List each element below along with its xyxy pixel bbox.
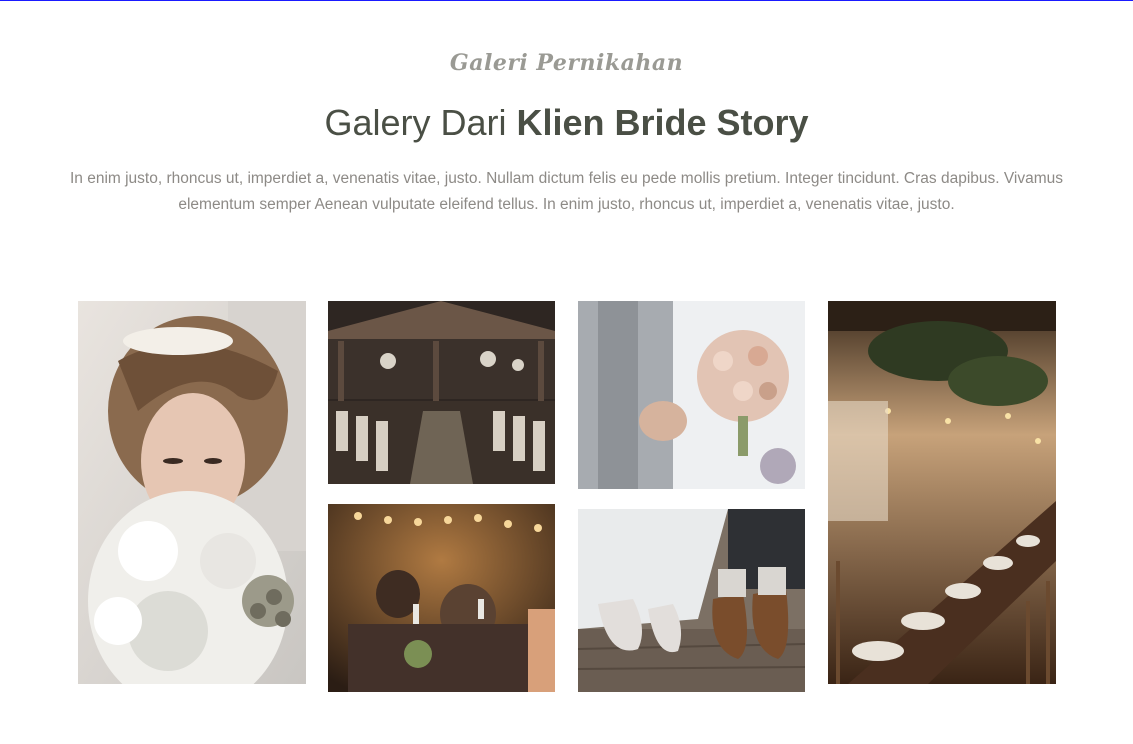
gallery-photo-wedding-shoes[interactable]	[578, 509, 805, 692]
gallery-photo-reception-table[interactable]	[828, 301, 1056, 684]
gallery-photo-couple-bouquet[interactable]	[578, 301, 805, 489]
couple-bouquet-image	[578, 301, 805, 489]
reception-table-image	[828, 301, 1056, 684]
reception-toast-image	[328, 504, 555, 692]
section-description: In enim justo, rhoncus ut, imperdiet a, …	[69, 170, 1064, 213]
wedding-shoes-image	[578, 509, 805, 692]
section-title-light: Galery Dari	[324, 102, 517, 143]
gallery-photo-gazebo-ceremony[interactable]	[328, 301, 555, 484]
section-title: Galery Dari Klien Bride Story	[0, 100, 1133, 146]
section-subtitle: Galeri Pernikahan	[449, 50, 684, 76]
top-rule	[0, 0, 1133, 1]
gallery-photo-reception-toast[interactable]	[328, 504, 555, 692]
bride-bouquet-image	[78, 301, 306, 684]
gallery-photo-bride-bouquet[interactable]	[78, 301, 306, 684]
gazebo-ceremony-image	[328, 301, 555, 484]
section-title-bold: Klien Bride Story	[516, 102, 809, 143]
